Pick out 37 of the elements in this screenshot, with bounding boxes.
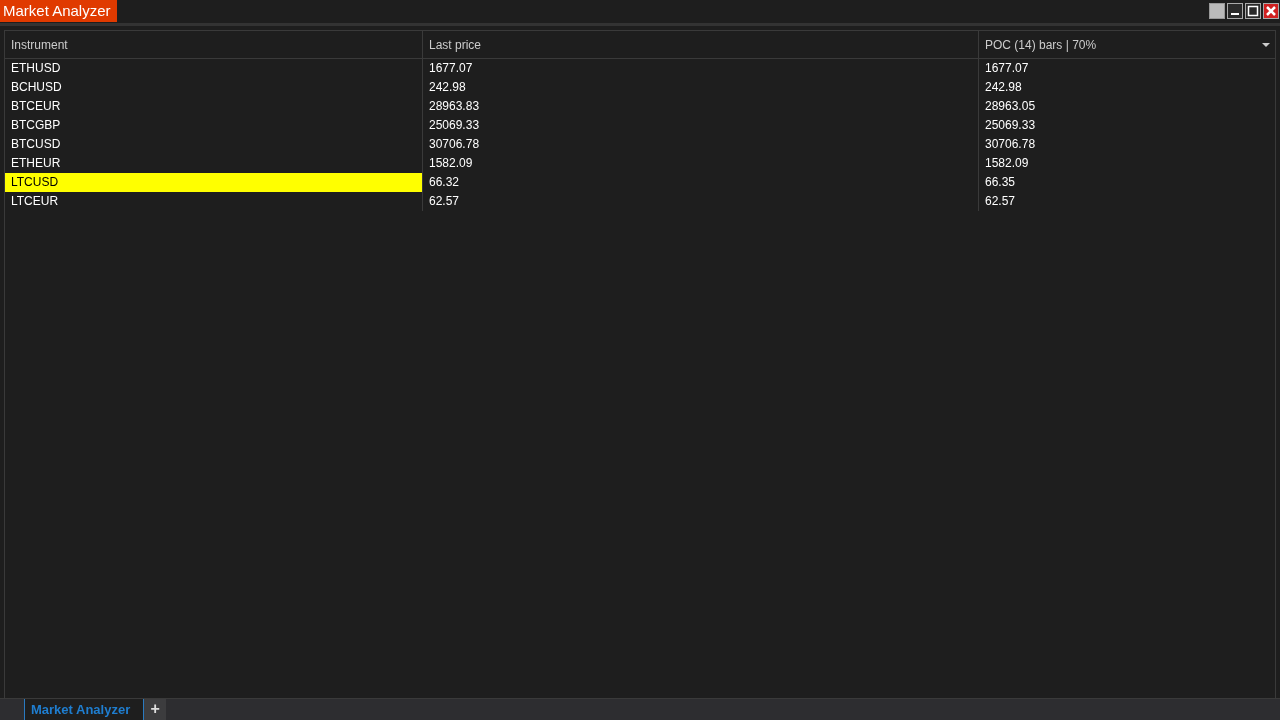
table-cell: 66.32 — [422, 173, 978, 192]
table-cell-text: BCHUSD — [10, 79, 63, 96]
column-header[interactable]: Last price — [422, 31, 978, 58]
table-cell: 25069.33 — [978, 116, 1275, 135]
tab[interactable]: Market Analyzer — [24, 699, 145, 720]
column-header[interactable]: POC (14) bars | 70% — [978, 31, 1275, 58]
table-cell: 1677.07 — [978, 59, 1275, 78]
table-cell: 30706.78 — [978, 135, 1275, 154]
table-cell: 25069.33 — [422, 116, 978, 135]
maximize-icon — [1246, 4, 1260, 18]
close-icon — [1264, 4, 1278, 18]
table-cell: 62.57 — [978, 192, 1275, 211]
table-cell-text: BTCGBP — [10, 117, 62, 134]
maximize-button[interactable] — [1245, 3, 1261, 19]
table-cell: 28963.83 — [422, 97, 978, 116]
dropdown-caret-icon[interactable] — [1262, 42, 1270, 47]
close-button[interactable] — [1263, 3, 1279, 19]
table-cell: 30706.78 — [422, 135, 978, 154]
table-cell: 242.98 — [978, 78, 1275, 97]
table-cell: 1582.09 — [422, 154, 978, 173]
column-header[interactable]: Instrument — [5, 31, 422, 58]
table-cell: 1582.09 — [978, 154, 1275, 173]
table-cell-text: ETHEUR — [10, 155, 62, 172]
table-cell: 28963.05 — [978, 97, 1275, 116]
table-cell-text: BTCEUR — [10, 98, 62, 115]
table-cell-text: LTCEUR — [10, 193, 60, 210]
minimize-button[interactable] — [1227, 3, 1243, 19]
table-cell: 242.98 — [422, 78, 978, 97]
table-cell-text: BTCUSD — [10, 136, 62, 153]
table-cell: 66.35 — [978, 173, 1275, 192]
table-cell-text: ETHUSD — [10, 60, 62, 77]
table-cell: LTCUSD — [5, 173, 422, 192]
add-tab-button[interactable]: + — [144, 699, 167, 720]
minimize-icon — [1231, 13, 1239, 15]
window-title: Market Analyzer — [0, 0, 117, 22]
table-cell: 1677.07 — [422, 59, 978, 78]
table-cell: 62.57 — [422, 192, 978, 211]
